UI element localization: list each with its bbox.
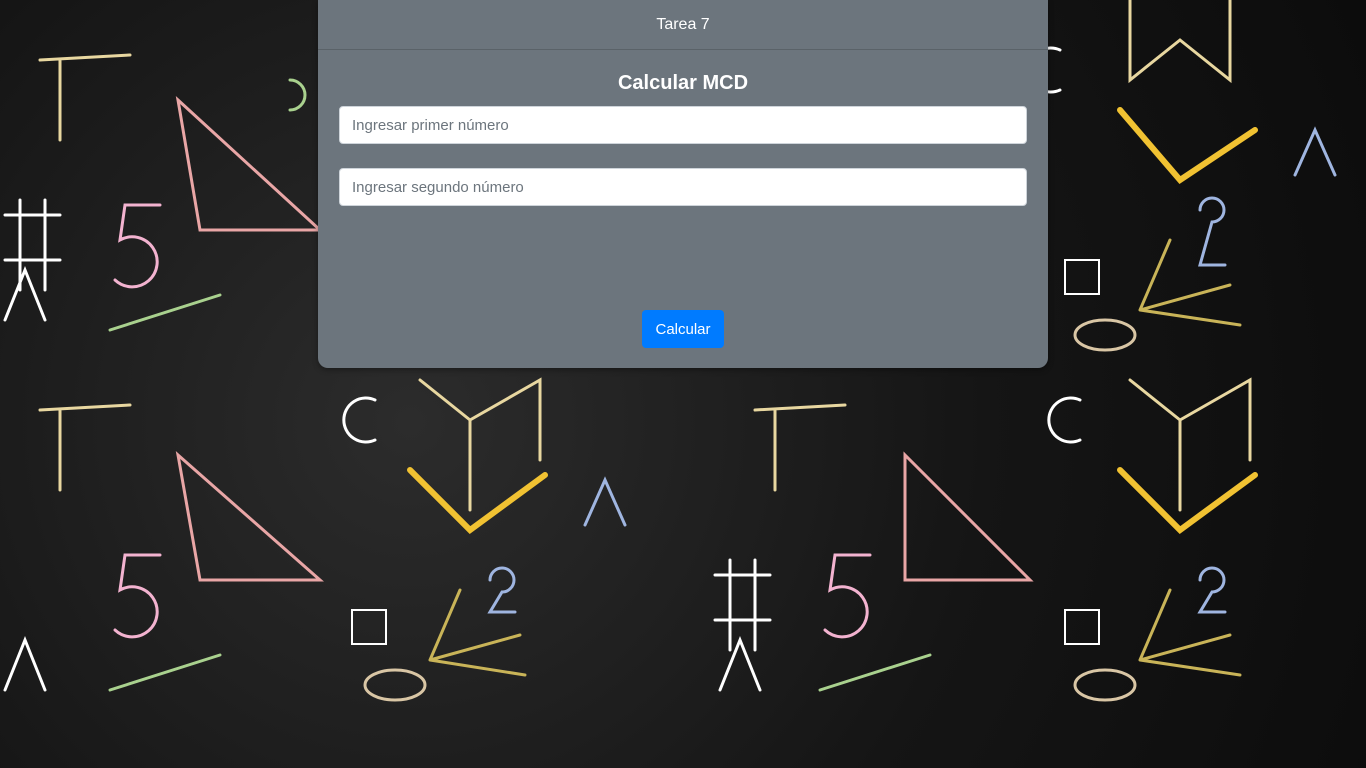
first-number-input[interactable] xyxy=(339,106,1027,144)
second-number-input[interactable] xyxy=(339,168,1027,206)
header-title: Tarea 7 xyxy=(656,15,710,33)
form-title: Calcular MCD xyxy=(617,72,749,94)
calculator-card: Tarea 7 Calcular MCD Calcular xyxy=(318,0,1048,368)
calculate-button[interactable]: Calcular xyxy=(642,310,724,348)
card-header: Tarea 7 xyxy=(318,0,1048,50)
